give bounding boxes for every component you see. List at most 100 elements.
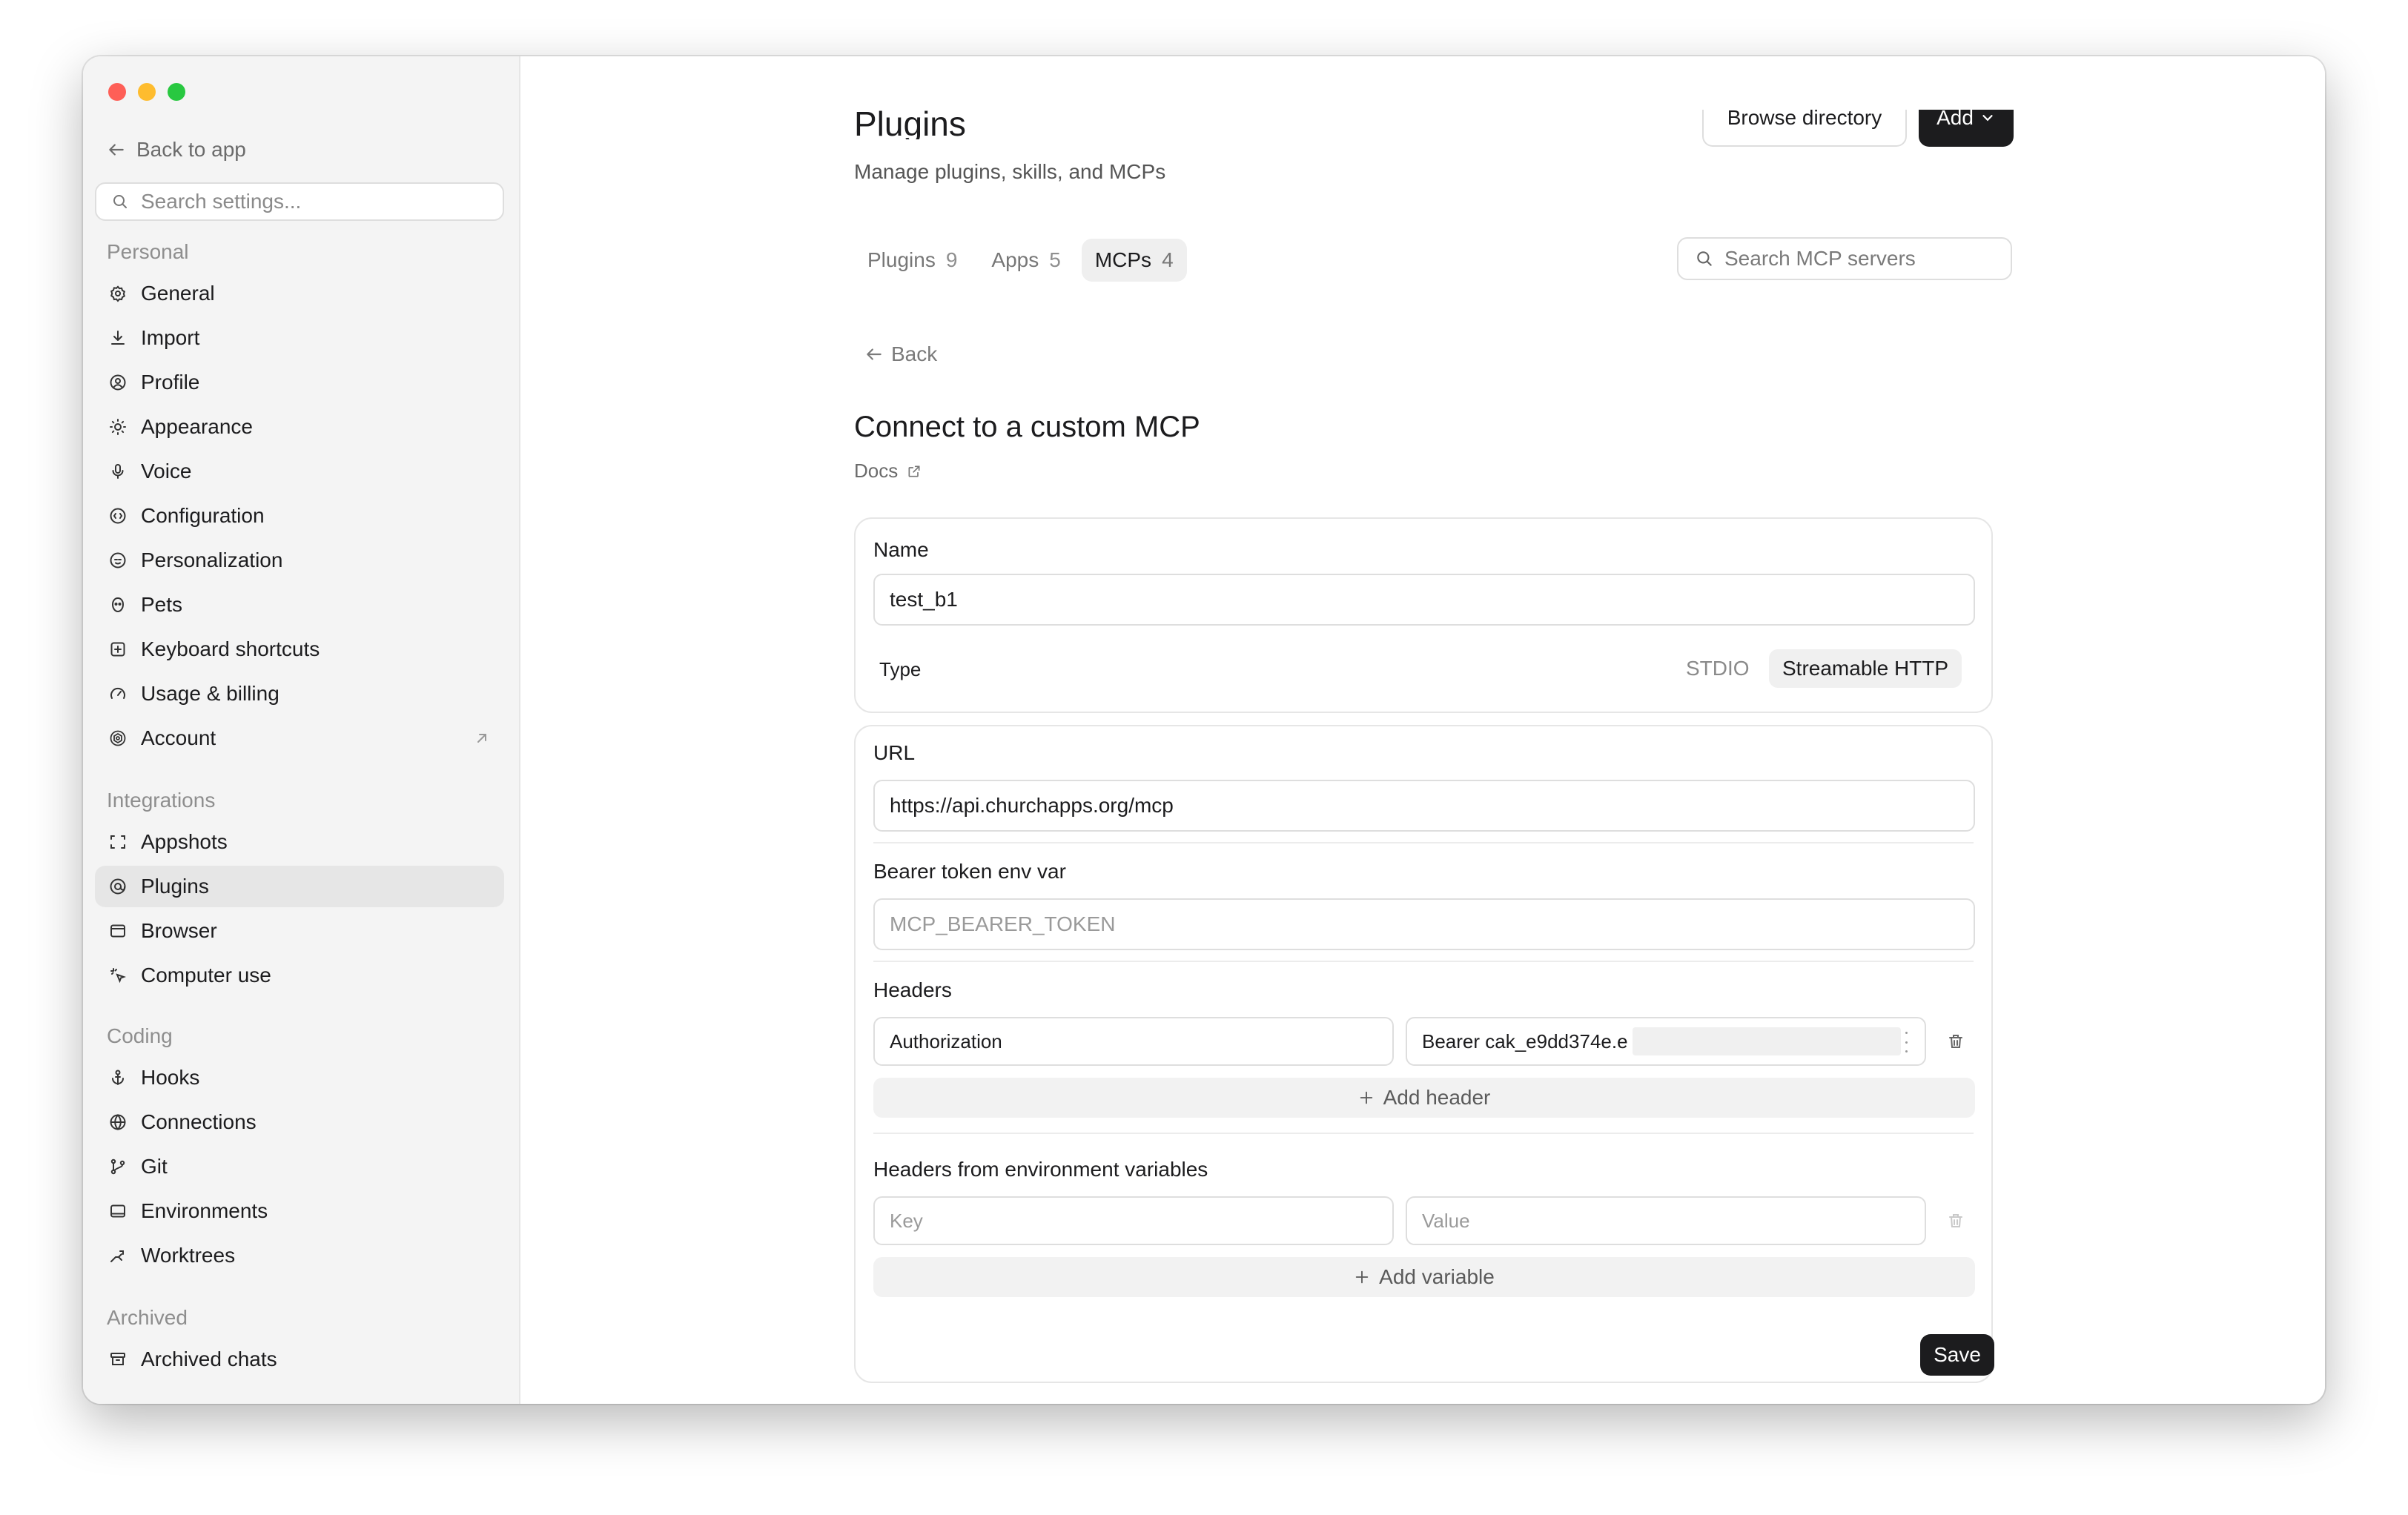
- mcp-search[interactable]: [1677, 237, 2012, 280]
- settings-window: Back to app Personal General Import Prof…: [83, 56, 2325, 1404]
- mcp-search-input[interactable]: [1724, 247, 1991, 271]
- pet-icon: [108, 595, 128, 614]
- settings-search[interactable]: [95, 182, 504, 221]
- bearer-token-input[interactable]: [890, 912, 1974, 936]
- trash-icon: [1949, 1035, 1962, 1048]
- tab-mcps[interactable]: MCPs 4: [1081, 239, 1187, 282]
- sidebar-item-git[interactable]: Git: [95, 1146, 504, 1187]
- name-type-card: Name Type STDIO Streamable HTTP: [854, 517, 1993, 713]
- env-value-input[interactable]: [1422, 1209, 1925, 1233]
- sidebar-item-personalization[interactable]: Personalization: [95, 540, 504, 581]
- sidebar-item-label: Hooks: [141, 1066, 200, 1089]
- type-label: Type: [879, 658, 922, 680]
- header-value-input[interactable]: [1422, 1030, 1644, 1053]
- docs-link[interactable]: Docs: [854, 460, 922, 483]
- sidebar-item-environments[interactable]: Environments: [95, 1190, 504, 1232]
- type-option-stdio[interactable]: STDIO: [1686, 649, 1750, 688]
- external-link-icon: [908, 465, 920, 477]
- sidebar-item-label: Browser: [141, 919, 217, 942]
- settings-search-input[interactable]: [141, 190, 482, 213]
- tab-count: 5: [1049, 248, 1061, 271]
- gear-icon: [108, 284, 128, 303]
- close-window-button[interactable]: [108, 83, 126, 101]
- sidebar-item-appearance[interactable]: Appearance: [95, 406, 504, 448]
- sidebar-item-keyboard-shortcuts[interactable]: Keyboard shortcuts: [95, 629, 504, 670]
- type-option-streamable-http[interactable]: Streamable HTTP: [1769, 649, 1962, 688]
- url-label: URL: [873, 741, 916, 764]
- external-arrow-icon: [473, 729, 491, 752]
- sidebar-item-hooks[interactable]: Hooks: [95, 1057, 504, 1098]
- minimize-window-button[interactable]: [138, 83, 156, 101]
- connection-card: URL Bearer token env var Headers: [854, 725, 1993, 1383]
- sidebar-item-archived-chats[interactable]: Archived chats: [95, 1339, 504, 1380]
- sidebar-item-computer-use[interactable]: Computer use: [95, 955, 504, 996]
- tab-label: Plugins: [867, 248, 936, 271]
- sidebar-item-import[interactable]: Import: [95, 317, 504, 359]
- url-input[interactable]: [890, 794, 1974, 818]
- divider: [873, 961, 1974, 962]
- bearer-token-label: Bearer token env var: [873, 860, 1066, 883]
- plugin-tabs: Plugins 9 Apps 5 MCPs 4: [854, 239, 1187, 282]
- add-button[interactable]: Add: [1919, 110, 2014, 147]
- sidebar-item-plugins[interactable]: Plugins: [95, 866, 504, 907]
- name-field[interactable]: [873, 574, 1975, 626]
- name-input[interactable]: [890, 588, 1974, 611]
- env-value-field[interactable]: [1406, 1196, 1926, 1245]
- sidebar-item-label: Git: [141, 1155, 168, 1178]
- plus-icon: [1355, 1270, 1369, 1284]
- zoom-window-button[interactable]: [168, 83, 185, 101]
- page-title: Plugins: [854, 107, 966, 139]
- window-controls: [108, 83, 185, 101]
- divider: [873, 842, 1974, 843]
- sidebar-item-profile[interactable]: Profile: [95, 362, 504, 403]
- add-variable-label: Add variable: [1379, 1265, 1495, 1288]
- sidebar-item-connections[interactable]: Connections: [95, 1101, 504, 1143]
- section-personal: Personal: [107, 240, 189, 263]
- more-icon[interactable]: [1905, 1032, 1908, 1052]
- arrow-left-icon: [867, 348, 882, 360]
- header-value-field[interactable]: [1406, 1017, 1926, 1066]
- page-subtitle: Manage plugins, skills, and MCPs: [854, 160, 1166, 183]
- add-variable-button[interactable]: Add variable: [873, 1257, 1975, 1297]
- delete-header-button[interactable]: [1947, 1031, 1965, 1052]
- value-highlight: [1633, 1027, 1901, 1055]
- header-key-field[interactable]: [873, 1017, 1394, 1066]
- sidebar-item-label: Import: [141, 326, 200, 349]
- back-label: Back: [891, 342, 938, 365]
- add-header-button[interactable]: Add header: [873, 1078, 1975, 1118]
- tab-label: MCPs: [1094, 248, 1152, 271]
- back-to-app-label: Back to app: [136, 138, 246, 161]
- sidebar-item-label: General: [141, 282, 215, 305]
- sidebar-item-configuration[interactable]: Configuration: [95, 495, 504, 537]
- header-key-input[interactable]: [890, 1030, 1392, 1053]
- sidebar-item-usage-billing[interactable]: Usage & billing: [95, 673, 504, 715]
- docs-label: Docs: [854, 460, 899, 482]
- delete-variable-button[interactable]: [1947, 1210, 1965, 1231]
- user-circle-icon: [108, 373, 128, 392]
- sidebar-item-worktrees[interactable]: Worktrees: [95, 1235, 504, 1276]
- sidebar-item-appshots[interactable]: Appshots: [95, 821, 504, 863]
- download-icon: [108, 328, 128, 348]
- url-field[interactable]: [873, 780, 1975, 832]
- sidebar-item-label: Appshots: [141, 830, 228, 853]
- save-button[interactable]: Save: [1920, 1334, 1994, 1376]
- sidebar-item-label: Account: [141, 726, 216, 749]
- back-button[interactable]: Back: [864, 342, 937, 366]
- sidebar-item-browser[interactable]: Browser: [95, 910, 504, 952]
- tab-plugins[interactable]: Plugins 9: [854, 239, 970, 282]
- sidebar-item-voice[interactable]: Voice: [95, 451, 504, 492]
- browser-icon: [108, 921, 128, 941]
- back-to-app-link[interactable]: Back to app: [107, 133, 246, 166]
- section-integrations: Integrations: [107, 789, 216, 812]
- screenshot-icon: [108, 832, 128, 852]
- sidebar-item-general[interactable]: General: [95, 273, 504, 314]
- env-key-input[interactable]: [890, 1209, 1392, 1233]
- env-key-field[interactable]: [873, 1196, 1394, 1245]
- sidebar-item-label: Usage & billing: [141, 682, 280, 705]
- browse-directory-button[interactable]: Browse directory: [1702, 110, 1907, 147]
- sidebar-item-pets[interactable]: Pets: [95, 584, 504, 626]
- sidebar-item-account[interactable]: Account: [95, 717, 504, 759]
- bearer-token-field[interactable]: [873, 898, 1975, 950]
- add-header-label: Add header: [1383, 1086, 1491, 1109]
- tab-apps[interactable]: Apps 5: [978, 239, 1074, 282]
